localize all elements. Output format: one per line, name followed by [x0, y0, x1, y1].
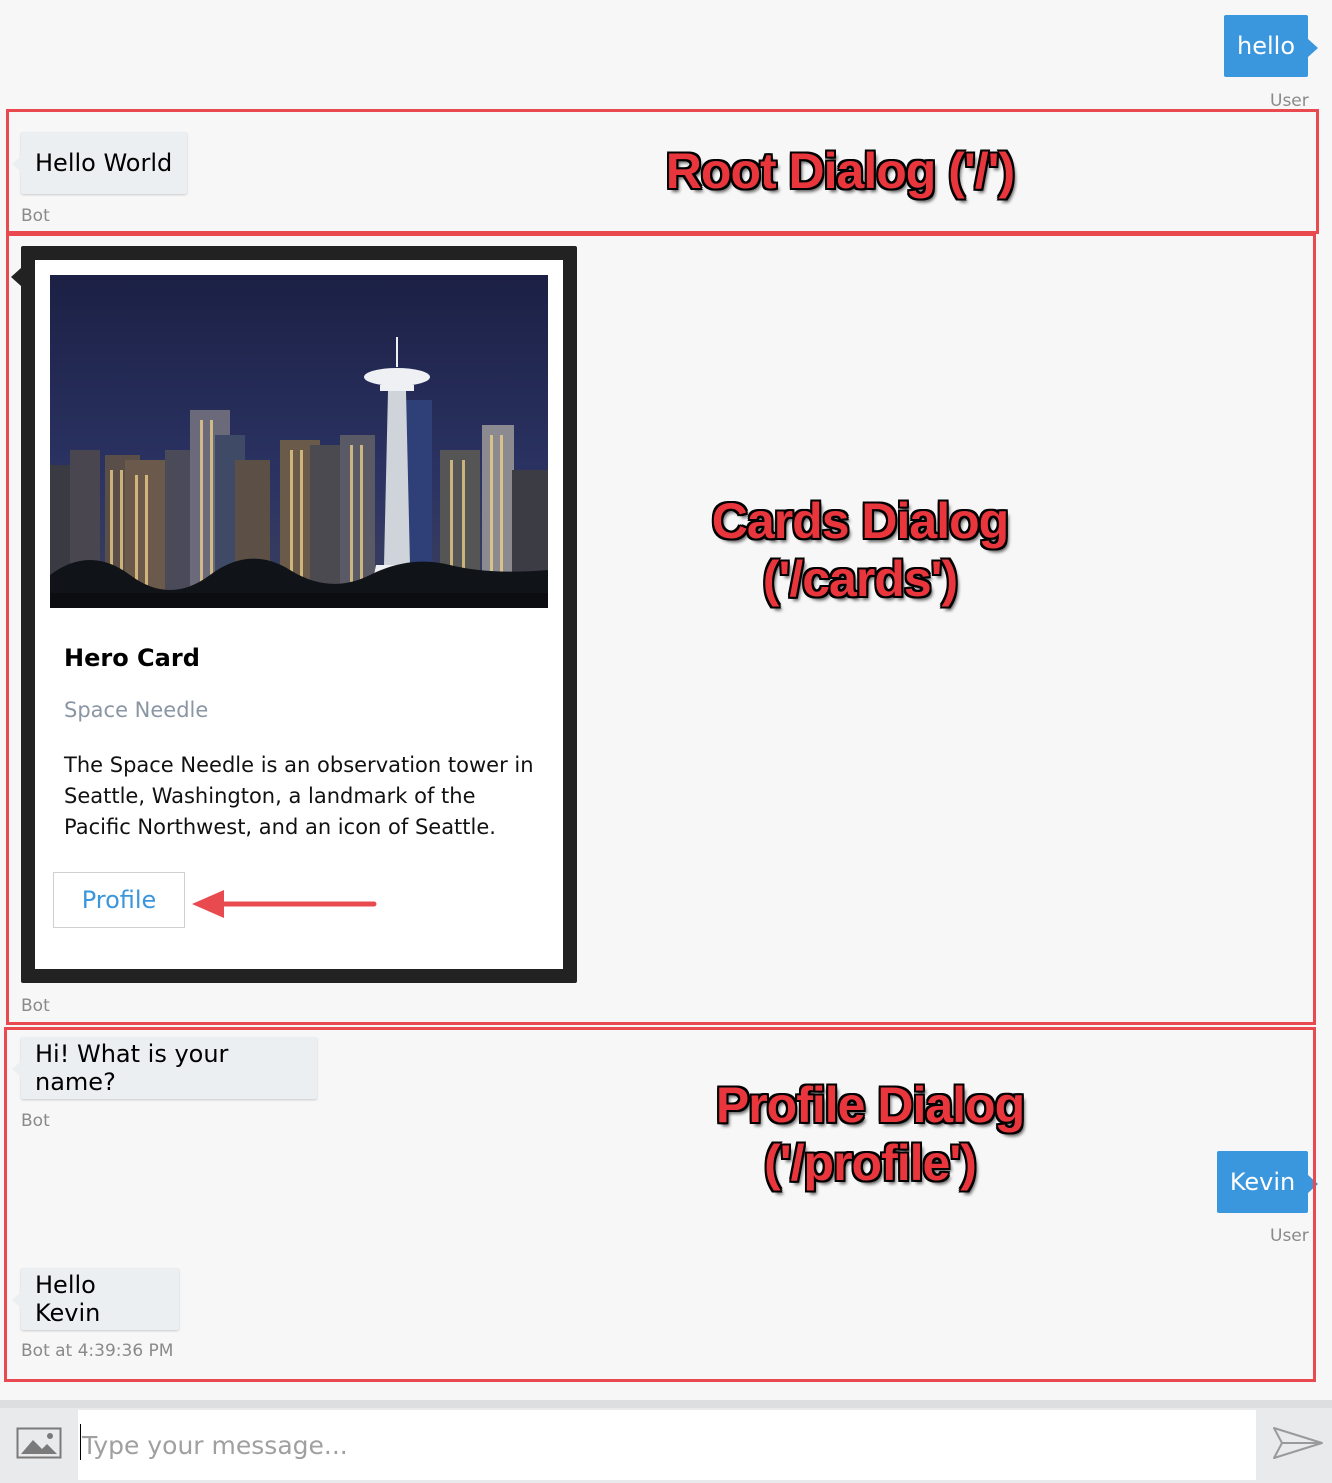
- input-placeholder: Type your message...: [82, 1430, 348, 1460]
- profile-button[interactable]: Profile: [53, 872, 185, 928]
- message-text: Kevin: [1229, 1168, 1296, 1196]
- bot-message-hello-world: Hello World: [12, 132, 187, 194]
- message-meta: User: [1270, 1226, 1309, 1246]
- user-message-kevin: Kevin: [1217, 1151, 1318, 1213]
- text-caret: [80, 1424, 81, 1460]
- message-input-bar: Type your message...: [0, 1400, 1332, 1483]
- profile-dialog-label: Profile Dialog ('/profile'): [715, 1077, 1025, 1191]
- card-text: The Space Needle is an observation tower…: [64, 753, 534, 839]
- hero-card-message: Hero Card Space Needle The Space Needle …: [11, 246, 577, 983]
- hero-card: Hero Card Space Needle The Space Needle …: [35, 260, 563, 969]
- message-text: hello: [1237, 32, 1295, 60]
- send-icon[interactable]: [1272, 1426, 1324, 1464]
- message-text: Hi! What is your name?: [35, 1040, 229, 1096]
- message-input[interactable]: Type your message...: [78, 1410, 1256, 1480]
- user-message-hello: hello: [1224, 15, 1318, 77]
- cards-dialog-label: Cards Dialog ('/cards'): [711, 493, 1009, 607]
- annotation-arrow: [192, 890, 377, 918]
- card-title: Hero Card: [64, 644, 200, 672]
- message-meta: Bot at 4:39:36 PM: [21, 1341, 174, 1361]
- space-needle-image: [50, 275, 548, 608]
- message-meta: Bot: [21, 206, 50, 226]
- message-text: Hello Kevin: [35, 1271, 101, 1327]
- message-meta: Bot: [21, 1111, 50, 1131]
- message-meta: Bot: [21, 996, 50, 1016]
- bot-message-hello-kevin: Hello Kevin: [12, 1268, 179, 1330]
- bot-message-name-prompt: Hi! What is your name?: [12, 1037, 317, 1099]
- message-meta: User: [1270, 91, 1309, 111]
- image-upload-icon[interactable]: [16, 1427, 62, 1463]
- message-text: Hello World: [35, 149, 173, 177]
- root-dialog-label: Root Dialog ('/'): [665, 143, 1015, 199]
- card-subtitle: Space Needle: [64, 698, 209, 722]
